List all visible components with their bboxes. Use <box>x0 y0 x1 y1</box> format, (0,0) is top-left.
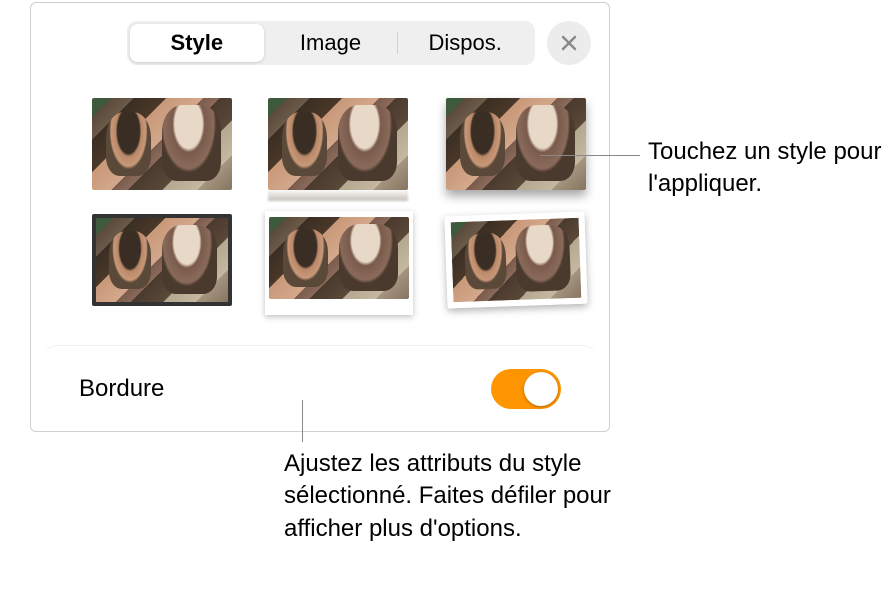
tab-segmented-control: Style Image Dispos. <box>127 21 535 65</box>
style-preset-reflection[interactable] <box>265 95 411 193</box>
thumbnail-image <box>269 217 409 299</box>
thumbnail-image <box>92 214 232 306</box>
border-toggle[interactable] <box>491 369 561 409</box>
tab-style[interactable]: Style <box>130 24 264 62</box>
style-preset-tilted[interactable] <box>441 208 590 311</box>
close-button[interactable] <box>547 21 591 65</box>
thumbnail-image <box>444 212 587 309</box>
callout-adjust-attributes: Ajustez les attributs du style sélection… <box>284 448 614 545</box>
style-preset-frame[interactable] <box>89 211 235 309</box>
callout-leader-line <box>540 155 640 156</box>
tab-image[interactable]: Image <box>264 24 398 62</box>
thumbnail-image <box>446 98 586 190</box>
thumbnail-image <box>268 98 408 190</box>
callout-leader-line <box>302 400 303 442</box>
border-row: Bordure <box>43 345 597 431</box>
format-panel: Style Image Dispos. Bordure <box>30 2 610 432</box>
toggle-knob <box>524 372 558 406</box>
style-preset-plain[interactable] <box>89 95 235 193</box>
tab-dispos[interactable]: Dispos. <box>398 24 532 62</box>
style-thumbnails-grid <box>89 95 589 315</box>
thumbnail-image <box>92 98 232 190</box>
style-preset-polaroid[interactable] <box>265 211 413 315</box>
border-label: Bordure <box>79 375 164 403</box>
style-preset-shadow[interactable] <box>443 95 589 193</box>
close-icon <box>560 34 578 52</box>
callout-apply-style: Touchez un style pour l'appliquer. <box>648 136 883 201</box>
